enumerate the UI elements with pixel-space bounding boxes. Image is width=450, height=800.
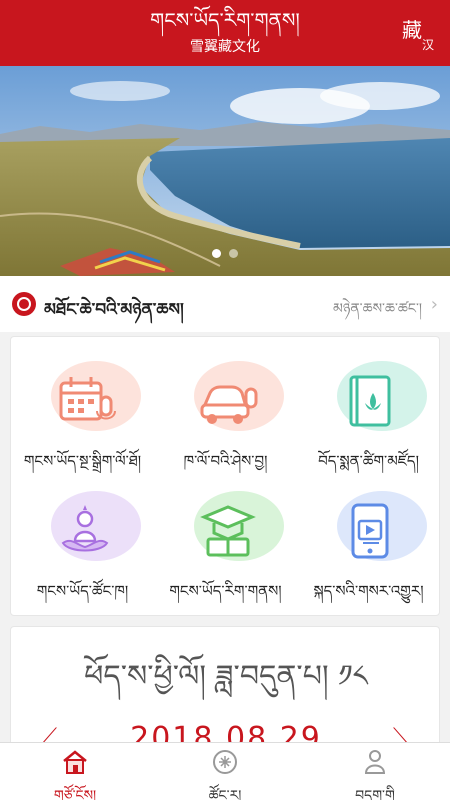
tab-label: ཚོང་ར།: [208, 788, 242, 800]
app-header: གངས་ཡོད་རིག་གནས། 雪翼藏文化 藏 汉: [0, 0, 450, 66]
app-title-chinese: 雪翼藏文化: [190, 39, 260, 55]
medicine-book-icon: [349, 375, 391, 427]
bottom-tab-bar: གཙོ་ངོས། ཚོང་ར། བདག་གི: [0, 742, 450, 800]
carousel-dot-2[interactable]: [229, 249, 238, 258]
car-icon: [200, 385, 258, 424]
grid-item-label: གངས་ཡོད་ཚོང་ཁ།: [36, 582, 129, 600]
grid-item-label: གངས་ཡོད་རིག་གནས།: [169, 582, 282, 600]
grid-item-label: སྐད་སའི་གསར་འགྱུར།: [313, 582, 424, 600]
tab-home[interactable]: གཙོ་ངོས།: [0, 743, 150, 800]
featured-title: མཐོང་ཆེ་བའི་མཉེན་ཆས།: [44, 300, 184, 320]
calendar-icon: [59, 377, 116, 421]
grid-item-calendar[interactable]: གངས་ཡོད་སྔ་སྒྲིག་ལོ་ཐོ།: [11, 347, 154, 477]
grid-item-buddha[interactable]: གངས་ཡོད་ཚོང་ཁ།: [11, 477, 154, 607]
user-icon: [364, 750, 386, 774]
phone-video-icon: [351, 503, 389, 559]
all-apps-link[interactable]: མཉེན་ཆས་ཆ་ཚང་།: [333, 292, 422, 332]
chevron-right-icon[interactable]: ›: [431, 294, 438, 315]
grid-item-phone-video[interactable]: སྐད་སའི་གསར་འགྱུར།: [297, 477, 440, 607]
tab-label: གཙོ་ངོས།: [53, 788, 97, 800]
tibetan-calendar-card[interactable]: ཕོད་ས་ཕྱི་ལོ། ཟླ་བདུན་པ། ༡༨ ⟋ 2018.08.29…: [10, 626, 440, 756]
banner-carousel[interactable]: [0, 66, 450, 276]
grid-item-car[interactable]: ཁ་ལོ་བའི་ཤེས་བྱ།: [154, 347, 297, 477]
market-icon: [213, 750, 237, 774]
app-title-tibetan: གངས་ཡོད་རིག་གནས།: [150, 8, 300, 32]
language-toggle-button[interactable]: 藏 汉: [402, 14, 442, 54]
feature-grid: གངས་ཡོད་སྔ་སྒྲིག་ལོ་ཐོ། ཁ་ལོ་བའི་ཤེས་བྱ།…: [10, 336, 440, 616]
carousel-dot-1[interactable]: [212, 249, 221, 258]
grid-item-education[interactable]: གངས་ཡོད་རིག་གནས།: [154, 477, 297, 607]
app-root: གངས་ཡོད་རིག་གནས། 雪翼藏文化 藏 汉 མཐོང་ཆེ་བའི་མ…: [0, 0, 450, 800]
graduation-book-icon: [200, 505, 256, 557]
tab-market[interactable]: ཚོང་ར།: [150, 743, 300, 800]
tibetan-date-text: ཕོད་ས་ཕྱི་ལོ། ཟླ་བདུན་པ། ༡༨: [84, 659, 368, 694]
carousel-indicators: [0, 243, 450, 262]
language-primary-label: 藏: [402, 18, 422, 42]
tab-me[interactable]: བདག་གི: [300, 743, 450, 800]
grid-item-medicine[interactable]: བོད་སྨན་ཚིག་མཛོད།: [297, 347, 440, 477]
home-icon: [63, 750, 87, 774]
language-secondary-label: 汉: [422, 38, 435, 52]
featured-apps-bar: མཐོང་ཆེ་བའི་མཉེན་ཆས། མཉེན་ཆས་ཆ་ཚང་། ›: [0, 276, 450, 332]
featured-logo-icon: [12, 292, 36, 316]
buddha-lotus-icon: [61, 505, 109, 552]
tab-label: བདག་གི: [355, 788, 395, 800]
